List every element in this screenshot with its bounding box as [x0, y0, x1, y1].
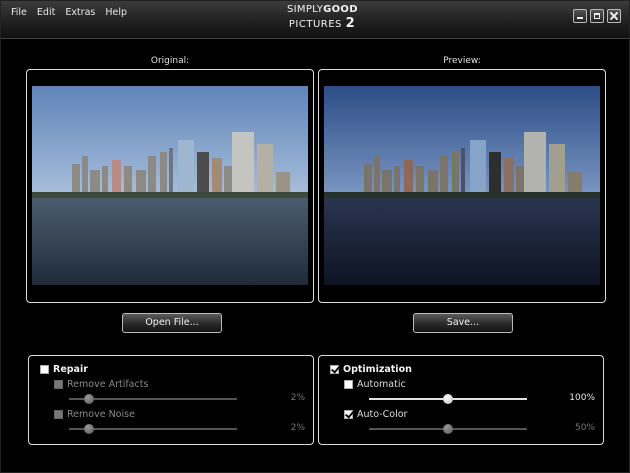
- save-button[interactable]: Save...: [413, 313, 513, 333]
- remove-artifacts-slider[interactable]: [69, 394, 237, 404]
- automatic-label: Automatic: [357, 379, 406, 390]
- automatic-value: 100%: [569, 393, 595, 403]
- remove-noise-value: 2%: [290, 423, 305, 433]
- menu-bar: File Edit Extras Help: [11, 7, 127, 18]
- remove-artifacts-slider-track: [69, 398, 237, 400]
- logo-text-number: 2: [345, 16, 356, 31]
- remove-noise-toggle[interactable]: Remove Noise: [54, 409, 135, 420]
- remove-noise-slider[interactable]: [69, 424, 237, 434]
- remove-artifacts-label: Remove Artifacts: [67, 379, 149, 390]
- close-icon[interactable]: [607, 9, 621, 23]
- title-bar: File Edit Extras Help SIMPLYGOOD PICTURE…: [1, 1, 629, 39]
- auto-color-toggle[interactable]: Auto-Color: [344, 409, 407, 420]
- original-image: [32, 86, 308, 285]
- remove-noise-slider-knob[interactable]: [84, 424, 94, 434]
- logo-text-good: GOOD: [323, 4, 358, 15]
- automatic-toggle[interactable]: Automatic: [344, 379, 406, 390]
- remove-artifacts-toggle[interactable]: Remove Artifacts: [54, 379, 148, 390]
- automatic-slider[interactable]: [369, 394, 527, 404]
- automatic-checkbox[interactable]: [344, 380, 353, 389]
- window-controls: [573, 9, 621, 23]
- auto-color-value: 50%: [574, 423, 595, 433]
- open-file-button[interactable]: Open File...: [122, 313, 222, 333]
- repair-toggle[interactable]: Repair: [40, 364, 88, 375]
- repair-checkbox[interactable]: [40, 365, 49, 374]
- remove-noise-label: Remove Noise: [67, 409, 135, 420]
- main-content: Original: Open File... Preview: Save... …: [10, 39, 620, 455]
- logo-text-pictures: PICTURES: [288, 19, 342, 30]
- minimize-icon[interactable]: [573, 9, 587, 23]
- menu-file[interactable]: File: [11, 7, 27, 18]
- automatic-slider-knob[interactable]: [443, 394, 453, 404]
- original-label: Original:: [150, 56, 190, 66]
- maximize-icon[interactable]: [590, 9, 604, 23]
- repair-panel: Repair Remove Artifacts 2% Remove Noise …: [28, 355, 314, 445]
- app-window: File Edit Extras Help SIMPLYGOOD PICTURE…: [0, 0, 630, 473]
- auto-color-slider-knob[interactable]: [443, 424, 453, 434]
- preview-label: Preview:: [443, 56, 481, 66]
- remove-artifacts-value: 2%: [290, 393, 305, 403]
- optimization-toggle[interactable]: Optimization: [330, 364, 412, 375]
- remove-noise-slider-track: [69, 428, 237, 430]
- preview-frame: [318, 69, 606, 303]
- optimization-checkbox[interactable]: [330, 365, 339, 374]
- remove-artifacts-checkbox[interactable]: [54, 380, 63, 389]
- menu-edit[interactable]: Edit: [37, 7, 55, 18]
- auto-color-label: Auto-Color: [357, 409, 408, 420]
- optimization-panel: Optimization Automatic 100% Auto-Color 5…: [318, 355, 604, 445]
- auto-color-slider[interactable]: [369, 424, 527, 434]
- auto-color-checkbox[interactable]: [344, 410, 353, 419]
- original-frame: [26, 69, 314, 303]
- remove-noise-checkbox[interactable]: [54, 410, 63, 419]
- preview-image: [324, 86, 600, 285]
- repair-title: Repair: [53, 364, 88, 375]
- remove-artifacts-slider-knob[interactable]: [84, 394, 94, 404]
- menu-help[interactable]: Help: [105, 7, 127, 18]
- app-logo: SIMPLYGOOD PICTURES 2: [287, 4, 358, 33]
- logo-text-simply: SIMPLY: [287, 4, 324, 15]
- menu-extras[interactable]: Extras: [65, 7, 95, 18]
- optimization-title: Optimization: [343, 364, 412, 375]
